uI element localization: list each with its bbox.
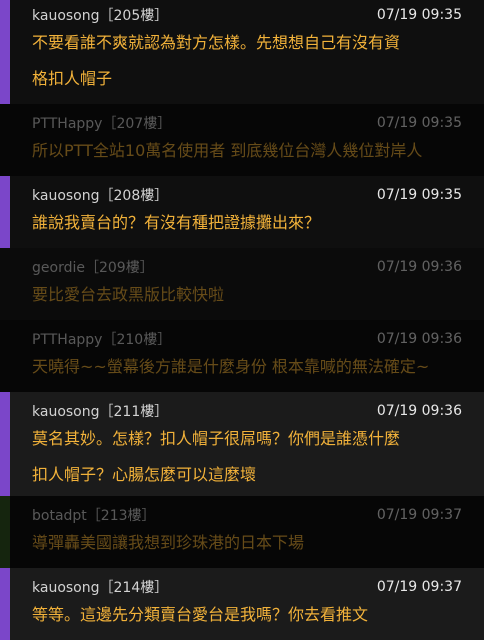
comment-content: 莫名其妙。怎樣？扣人帽子很屌嗎？你們是誰憑什麼 扣人帽子？心腸怎麼可以這麼壞 [32,424,462,496]
comment-item[interactable]: PTTHappy［207樓］ 07/19 09:35 所以PTT全站10萬名使用… [0,104,484,176]
comment-time: 07/19 09:35 [376,187,462,203]
comment-line: 要比愛台去政黑版比較快啦 [32,285,225,304]
comment-time: 07/19 09:37 [376,507,462,523]
comment-content: 誰說我賣台的？有沒有種把證據攤出來？ [32,208,462,244]
comment-item[interactable]: botadpt［213樓］ 07/19 09:37 導彈轟美國讓我想到珍珠港的日… [0,496,484,568]
comment-item[interactable]: kauosong［208樓］ 07/19 09:35 誰說我賣台的？有沒有種把證… [0,176,484,248]
comment-content: 導彈轟美國讓我想到珍珠港的日本下場 [32,528,462,564]
comment-item[interactable]: kauosong［214樓］ 07/19 09:37 等等。這邊先分類賣台愛台是… [0,568,484,640]
comment-item[interactable]: geordie［209樓］ 07/19 09:36 要比愛台去政黑版比較快啦 [0,248,484,320]
comment-line: 扣人帽子？心腸怎麼可以這麼壞 [32,465,257,484]
comment-content: 不要看誰不爽就認為對方怎樣。先想想自己有沒有資 格扣人帽子 [32,28,462,100]
comment-meta: PTTHappy［207樓］ 07/19 09:35 [32,104,462,136]
comment-line: 誰說我賣台的？有沒有種把證據攤出來？ [32,213,321,232]
comment-meta: kauosong［208樓］ 07/19 09:35 [32,176,462,208]
comment-author: kauosong［205樓］ [32,8,169,24]
comment-time: 07/19 09:35 [376,7,462,23]
comment-time: 07/19 09:35 [376,115,462,131]
comment-author: kauosong［211樓］ [32,404,169,420]
comment-content: 天曉得~~螢幕後方誰是什麼身份 根本靠喊的無法確定~ [32,352,462,388]
comment-list: kauosong［205樓］ 07/19 09:35 不要看誰不爽就認為對方怎樣… [0,0,484,640]
comment-content: 等等。這邊先分類賣台愛台是我嗎？你去看推文 [32,600,462,636]
comment-meta: geordie［209樓］ 07/19 09:36 [32,248,462,280]
comment-line: 天曉得~~螢幕後方誰是什麼身份 根本靠喊的無法確定~ [32,357,430,376]
comment-author: kauosong［208樓］ [32,188,169,204]
comment-author: PTTHappy［210樓］ [32,332,172,348]
comment-content: 所以PTT全站10萬名使用者 到底幾位台灣人幾位對岸人 [32,136,462,172]
comment-item[interactable]: kauosong［211樓］ 07/19 09:36 莫名其妙。怎樣？扣人帽子很… [0,392,484,496]
comment-line: 不要看誰不爽就認為對方怎樣。先想想自己有沒有資 [32,33,401,52]
comment-meta: PTTHappy［210樓］ 07/19 09:36 [32,320,462,352]
comment-time: 07/19 09:37 [376,579,462,595]
comment-time: 07/19 09:36 [376,331,462,347]
comment-author: PTTHappy［207樓］ [32,116,172,132]
comment-meta: kauosong［214樓］ 07/19 09:37 [32,568,462,600]
comment-author: geordie［209樓］ [32,260,154,276]
comment-line: 導彈轟美國讓我想到珍珠港的日本下場 [32,533,305,552]
comment-line: 所以PTT全站10萬名使用者 到底幾位台灣人幾位對岸人 [32,141,423,160]
comment-meta: kauosong［211樓］ 07/19 09:36 [32,392,462,424]
comment-author: botadpt［213樓］ [32,508,156,524]
comment-item[interactable]: PTTHappy［210樓］ 07/19 09:36 天曉得~~螢幕後方誰是什麼… [0,320,484,392]
comment-line: 等等。這邊先分類賣台愛台是我嗎？你去看推文 [32,605,369,624]
comment-meta: botadpt［213樓］ 07/19 09:37 [32,496,462,528]
comment-content: 要比愛台去政黑版比較快啦 [32,280,462,316]
comment-line: 莫名其妙。怎樣？扣人帽子很屌嗎？你們是誰憑什麼 [32,429,401,448]
comment-author: kauosong［214樓］ [32,580,169,596]
comment-meta: kauosong［205樓］ 07/19 09:35 [32,0,462,28]
comment-time: 07/19 09:36 [376,259,462,275]
comment-item[interactable]: kauosong［205樓］ 07/19 09:35 不要看誰不爽就認為對方怎樣… [0,0,484,104]
comment-line: 格扣人帽子 [32,69,113,88]
comment-time: 07/19 09:36 [376,403,462,419]
